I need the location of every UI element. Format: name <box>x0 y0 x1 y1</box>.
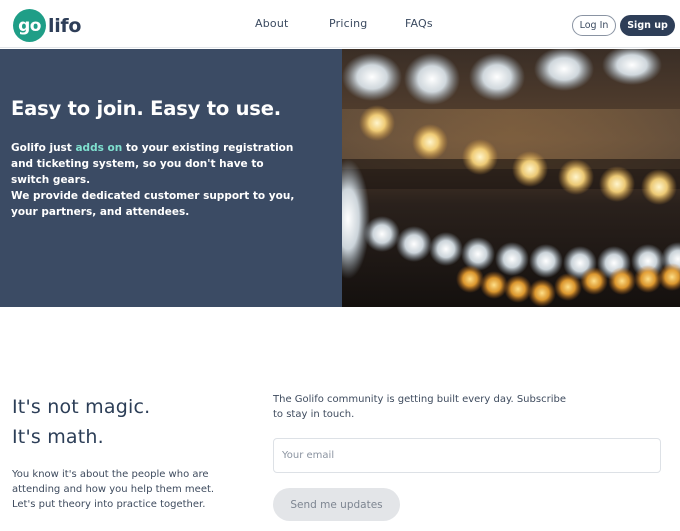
hero-title: Easy to join. Easy to use. <box>11 97 281 120</box>
logo-wordmark: lifo <box>48 14 82 37</box>
hero-description: Golifo just adds on to your existing reg… <box>11 140 301 188</box>
section-heading-line1: It's not magic. <box>12 396 151 418</box>
subscribe-intro-text: The Golifo community is getting built ev… <box>273 394 566 420</box>
hero-desc-start: Golifo just <box>11 142 76 154</box>
site-header: go lifo About Pricing FAQs Log In Sign u… <box>0 0 680 48</box>
golifo-logo[interactable]: go lifo <box>13 9 81 42</box>
nav-faqs[interactable]: FAQs <box>405 17 433 30</box>
login-button[interactable]: Log In <box>572 15 616 36</box>
hero-desc-highlight: adds on <box>75 142 123 154</box>
signup-button[interactable]: Sign up <box>620 15 675 36</box>
logo-badge: go <box>13 9 46 42</box>
hero-photo-string-lights <box>342 49 680 307</box>
nav-pricing[interactable]: Pricing <box>329 17 367 30</box>
section-heading-line2: It's math. <box>12 426 104 448</box>
email-input[interactable] <box>273 438 661 473</box>
send-updates-button[interactable]: Send me updates <box>273 488 400 521</box>
nav-about[interactable]: About <box>255 17 289 30</box>
section-body-text: You know it's about the people who are a… <box>12 469 215 510</box>
hero-support-text: We provide dedicated customer support to… <box>11 190 295 218</box>
